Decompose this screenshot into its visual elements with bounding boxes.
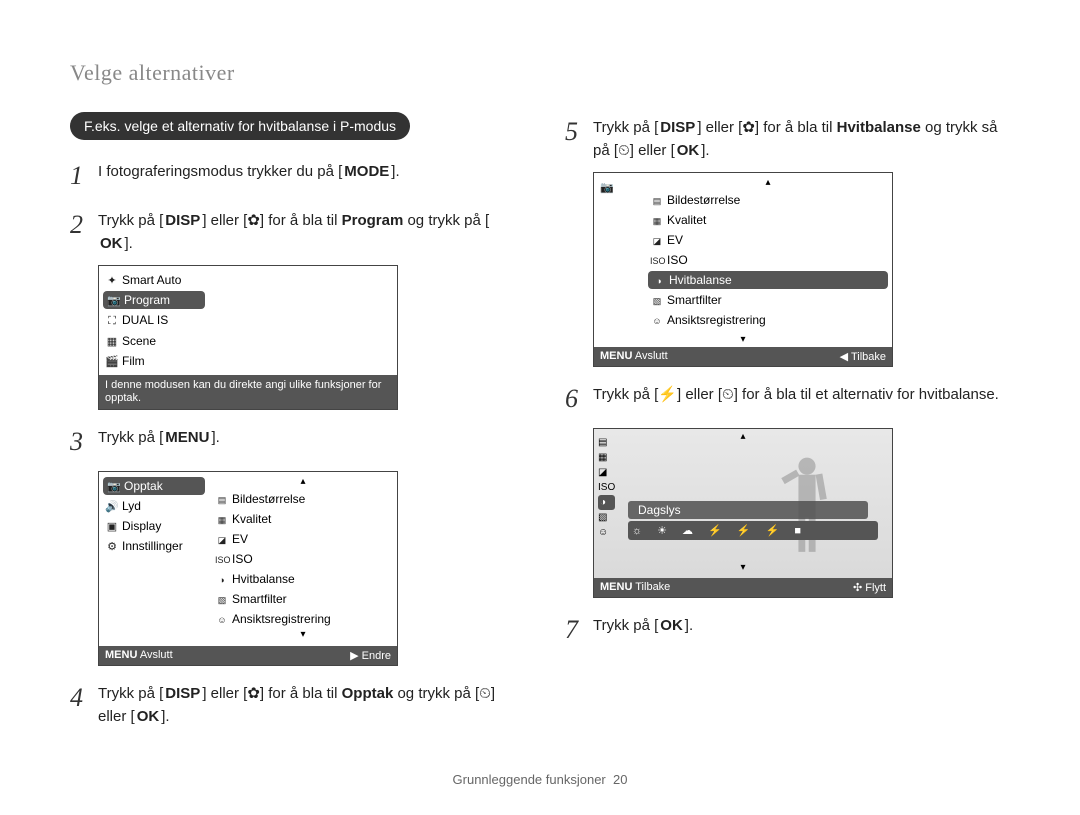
step-text: Trykk på [⚡] eller [⏲] for å bla til et … — [593, 379, 999, 418]
hb-item: ◪EV — [644, 230, 892, 250]
mode-item: 📷Program — [103, 291, 205, 309]
menu-right-item: ☺Ansiktsregistrering — [209, 609, 397, 629]
chevron-up-icon: ▴ — [594, 431, 892, 444]
ok-key: OK — [135, 706, 162, 729]
chevron-down-icon: ▾ — [594, 562, 892, 575]
mode-key: MODE — [342, 161, 391, 184]
wb-left-icon: ◪ — [598, 465, 615, 480]
move-icon: ✣ — [853, 582, 862, 594]
step-3: 3 Trykk på [MENU]. — [70, 422, 515, 461]
menu-right-item: ◪EV — [209, 529, 397, 549]
step-text: Trykk på [DISP] eller [✿] for å bla til … — [98, 205, 515, 255]
hb-item: ISOISO — [644, 250, 892, 270]
chevron-down-icon: ▾ — [594, 334, 892, 347]
menu-right-item: ISOISO — [209, 549, 397, 569]
step-number: 2 — [70, 205, 88, 255]
step-5: 5 Trykk på [DISP] eller [✿] for å bla ti… — [565, 112, 1010, 162]
mode-item: ✦Smart Auto — [99, 270, 209, 290]
menu-right-item: ▤Bildestørrelse — [209, 489, 397, 509]
page-title: Velge alternativer — [70, 60, 1010, 86]
menu-right-item: ▧Smartfilter — [209, 589, 397, 609]
step-text: Trykk på [DISP] eller [✿] for å bla til … — [593, 112, 1010, 162]
timer-icon: ⏲ — [722, 386, 734, 403]
menu-key: MENU — [163, 427, 211, 450]
disp-key: DISP — [658, 117, 697, 140]
mode-item: ▦Scene — [99, 331, 209, 351]
chevron-up-icon: ▴ — [209, 476, 397, 489]
menu-key-label: MENU — [600, 350, 632, 362]
disp-key: DISP — [163, 210, 202, 233]
menu-key-label: MENU — [600, 581, 632, 593]
step-2: 2 Trykk på [DISP] eller [✿] for å bla ti… — [70, 205, 515, 255]
wb-left-icon: ▦ — [598, 450, 615, 465]
mode-item: 🎬Film — [99, 351, 209, 371]
chevron-up-icon: ▴ — [644, 177, 892, 190]
wb-left-icon: ▤ — [598, 435, 615, 450]
step-7: 7 Trykk på [OK]. — [565, 610, 1010, 649]
step-number: 4 — [70, 678, 88, 728]
disp-key: DISP — [163, 683, 202, 706]
flower-icon: ✿ — [247, 685, 260, 702]
step-number: 7 — [565, 610, 583, 649]
step-text: Trykk på [MENU]. — [98, 422, 220, 461]
hb-item: ◑Hvitbalanse — [648, 271, 888, 289]
flower-icon: ✿ — [247, 212, 260, 229]
wb-selected-label: Dagslys — [628, 501, 868, 519]
menu-right-item: ◑Hvitbalanse — [209, 569, 397, 589]
step-1: 1 I fotograferingsmodus trykker du på [M… — [70, 156, 515, 195]
step-4: 4 Trykk på [DISP] eller [✿] for å bla ti… — [70, 678, 515, 728]
section-pill: F.eks. velge et alternativ for hvitbalan… — [70, 112, 410, 140]
flower-icon: ✿ — [742, 119, 755, 136]
step-number: 6 — [565, 379, 583, 418]
menu-left-item: ▣Display — [99, 516, 209, 536]
step-number: 3 — [70, 422, 88, 461]
hb-item: ▦Kvalitet — [644, 210, 892, 230]
step-text: Trykk på [OK]. — [593, 610, 693, 649]
step-number: 1 — [70, 156, 88, 195]
mode-desc: I denne modusen kan du direkte angi ulik… — [99, 375, 397, 409]
whitebalance-menu-screenshot: 📷 ▴▤Bildestørrelse▦Kvalitet◪EVISOISO◑Hvi… — [593, 172, 893, 367]
wb-preview-screenshot: ▴ ▤▦◪ISO◑▧☺ Dagslys ☼ ☀ ☁ ⚡ ⚡ ⚡ ■ ▾ MENU… — [593, 428, 893, 598]
camera-icon: 📷 — [600, 181, 614, 194]
timer-icon: ⏲ — [618, 142, 630, 159]
timer-icon: ⏲ — [479, 685, 491, 702]
wb-left-icon: ISO — [598, 480, 615, 495]
step-number: 5 — [565, 112, 583, 162]
chevron-down-icon: ▾ — [209, 629, 397, 642]
step-text: Trykk på [DISP] eller [✿] for å bla til … — [98, 678, 515, 728]
hb-item: ▧Smartfilter — [644, 290, 892, 310]
right-column: 5 Trykk på [DISP] eller [✿] for å bla ti… — [565, 112, 1010, 738]
step-text: I fotograferingsmodus trykker du på [MOD… — [98, 156, 400, 195]
mode-item: ⛶DUAL IS — [99, 310, 209, 331]
wb-left-icon: ☺ — [598, 525, 615, 540]
ok-key: OK — [658, 615, 685, 638]
step-6: 6 Trykk på [⚡] eller [⏲] for å bla til e… — [565, 379, 1010, 418]
page-footer: Grunnleggende funksjoner 20 — [0, 772, 1080, 787]
menu-screenshot: 📷Opptak🔊Lyd▣Display⚙Innstillinger ▴▤Bild… — [98, 471, 398, 666]
menu-right-item: ▦Kvalitet — [209, 509, 397, 529]
ok-key: OK — [675, 140, 702, 163]
mode-select-screenshot: ✦Smart Auto📷Program⛶DUAL IS▦Scene🎬Film I… — [98, 265, 398, 410]
wb-left-icon: ▧ — [598, 510, 615, 525]
flash-icon: ⚡ — [658, 386, 677, 403]
wb-left-icon: ◑ — [598, 495, 615, 510]
right-arrow-icon: ▶ — [350, 650, 358, 662]
hb-item: ▤Bildestørrelse — [644, 190, 892, 210]
menu-left-item: 📷Opptak — [103, 477, 205, 495]
menu-left-item: ⚙Innstillinger — [99, 536, 209, 556]
menu-key-label: MENU — [105, 649, 137, 661]
ok-key: OK — [98, 233, 125, 256]
wb-option-strip: ☼ ☀ ☁ ⚡ ⚡ ⚡ ■ — [628, 521, 878, 540]
left-column: F.eks. velge et alternativ for hvitbalan… — [70, 112, 515, 738]
left-arrow-icon: ◀ — [840, 351, 848, 363]
menu-left-item: 🔊Lyd — [99, 496, 209, 516]
hb-item: ☺Ansiktsregistrering — [644, 310, 892, 330]
